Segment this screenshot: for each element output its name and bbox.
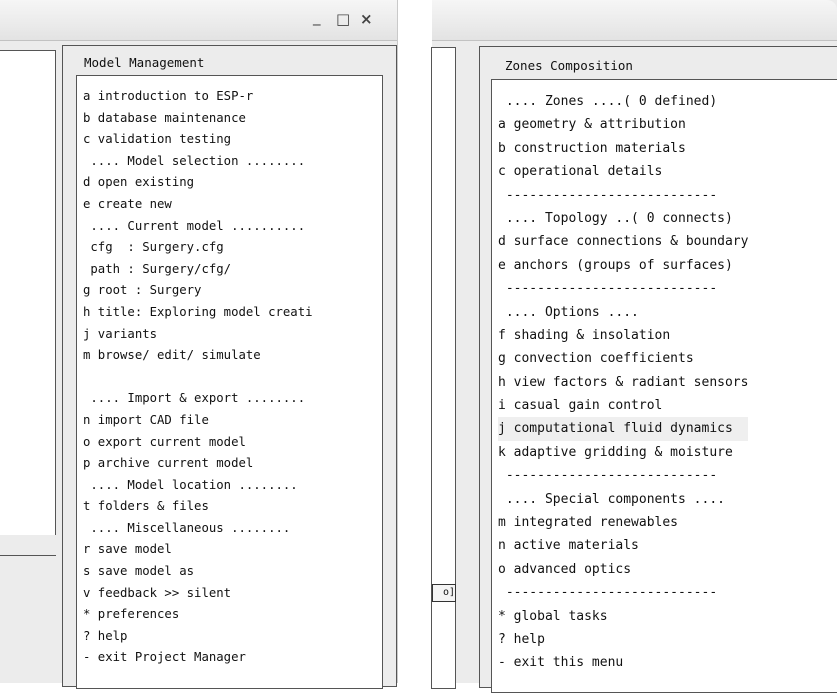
menu-item[interactable]: a introduction to ESP-r <box>83 86 313 108</box>
menu-panel: Model Management a introduction to ESP-r… <box>62 45 397 689</box>
menu-item[interactable]: j variants <box>83 324 313 346</box>
title-bar: _ □ × <box>0 0 397 41</box>
menu-item[interactable]: m browse/ edit/ simulate <box>83 345 313 367</box>
menu-item[interactable]: - exit this menu <box>498 651 748 674</box>
menu-section-label: .... Model selection ........ <box>83 153 306 168</box>
menu-item[interactable]: c operational details <box>498 160 748 183</box>
menu-section-label: .... Special components .... <box>498 491 725 507</box>
menu-item[interactable]: g convection coefficients <box>498 347 748 370</box>
menu-item[interactable]: h title: Exploring model creati <box>83 302 313 324</box>
menu-section-label: .... Miscellaneous ........ <box>83 520 291 535</box>
menu-item[interactable]: v feedback >> silent <box>83 583 313 605</box>
menu-item[interactable]: e anchors (groups of surfaces) <box>498 254 748 277</box>
minimize-button[interactable]: _ <box>313 8 321 26</box>
menu-item[interactable]: o advanced optics <box>498 558 748 581</box>
menu-panel: Zones Composition .... Zones ....( 0 def… <box>479 46 837 693</box>
menu-item[interactable]: j computational fluid dynamics <box>498 417 749 441</box>
graphics-view[interactable] <box>0 50 56 537</box>
menu-list-box: .... Zones ....( 0 defined) a geometry & … <box>491 79 837 693</box>
menu-item[interactable]: f shading & insolation <box>498 324 748 347</box>
menu-item[interactable]: c validation testing <box>83 129 313 151</box>
menu-item[interactable]: n active materials <box>498 534 748 557</box>
menu-item[interactable]: m integrated renewables <box>498 511 748 534</box>
close-button[interactable]: × <box>360 10 373 28</box>
maximize-button[interactable]: □ <box>336 10 350 28</box>
title-bar <box>432 0 837 41</box>
menu-item[interactable]: r save model <box>83 539 313 561</box>
menu-section-label: .... Options .... <box>498 304 639 320</box>
menu-item[interactable]: * global tasks <box>498 605 748 628</box>
partial-button[interactable]: o] <box>432 584 456 602</box>
menu-item[interactable]: e create new <box>83 194 313 216</box>
menu-section-label: --------------------------- <box>498 187 718 203</box>
menu-item[interactable]: i casual gain control <box>498 394 748 417</box>
menu-section-label: cfg : Surgery.cfg <box>83 240 224 255</box>
menu-list: .... Zones ....( 0 defined) a geometry & … <box>498 90 749 675</box>
menu-item[interactable]: * preferences <box>83 604 313 626</box>
menu-section-label <box>83 367 313 389</box>
menu-item[interactable]: a geometry & attribution <box>498 113 748 136</box>
menu-item[interactable]: - exit Project Manager <box>83 647 313 669</box>
menu-item[interactable]: h view factors & radiant sensors <box>498 371 748 394</box>
menu-item[interactable]: g root : Surgery <box>83 280 313 302</box>
menu-item[interactable]: d open existing <box>83 172 313 194</box>
menu-section-label: --------------------------- <box>498 281 718 297</box>
menu-item[interactable]: o export current model <box>83 432 313 454</box>
menu-section-label: .... Import & export ........ <box>83 391 306 406</box>
menu-item[interactable]: t folders & files <box>83 496 313 518</box>
menu-item[interactable]: ? help <box>83 626 313 648</box>
zones-window: o] Zones Composition .... Zones ....( 0 … <box>431 0 837 693</box>
project-manager-window: _ □ × Model Management a introduction to… <box>0 0 398 689</box>
menu-list-box: a introduction to ESP-r b database mainte… <box>76 75 383 689</box>
menu-list: a introduction to ESP-r b database mainte… <box>83 86 313 669</box>
menu-item[interactable]: p archive current model <box>83 453 313 475</box>
menu-section-label: .... Model location ........ <box>83 477 298 492</box>
menu-item[interactable]: s save model as <box>83 561 313 583</box>
menu-section-label: --------------------------- <box>498 468 718 484</box>
menu-section-label: .... Current model .......... <box>83 218 306 233</box>
menu-title: Zones Composition <box>505 58 633 73</box>
menu-section-label: .... Zones ....( 0 defined) <box>498 94 718 109</box>
menu-title: Model Management <box>84 55 205 70</box>
menu-item[interactable]: d surface connections & boundary <box>498 230 748 253</box>
menu-item[interactable]: n import CAD file <box>83 410 313 432</box>
menu-item[interactable]: k adaptive gridding & moisture <box>498 441 748 464</box>
menu-item[interactable]: b construction materials <box>498 137 748 160</box>
menu-item[interactable]: ? help <box>498 628 748 651</box>
menu-item[interactable]: b database maintenance <box>83 108 313 130</box>
menu-section-label: .... Topology ..( 0 connects) <box>498 210 733 226</box>
menu-section-label: path : Surgery/cfg/ <box>83 261 232 276</box>
view-divider <box>0 535 56 556</box>
menu-section-label: --------------------------- <box>498 585 718 601</box>
